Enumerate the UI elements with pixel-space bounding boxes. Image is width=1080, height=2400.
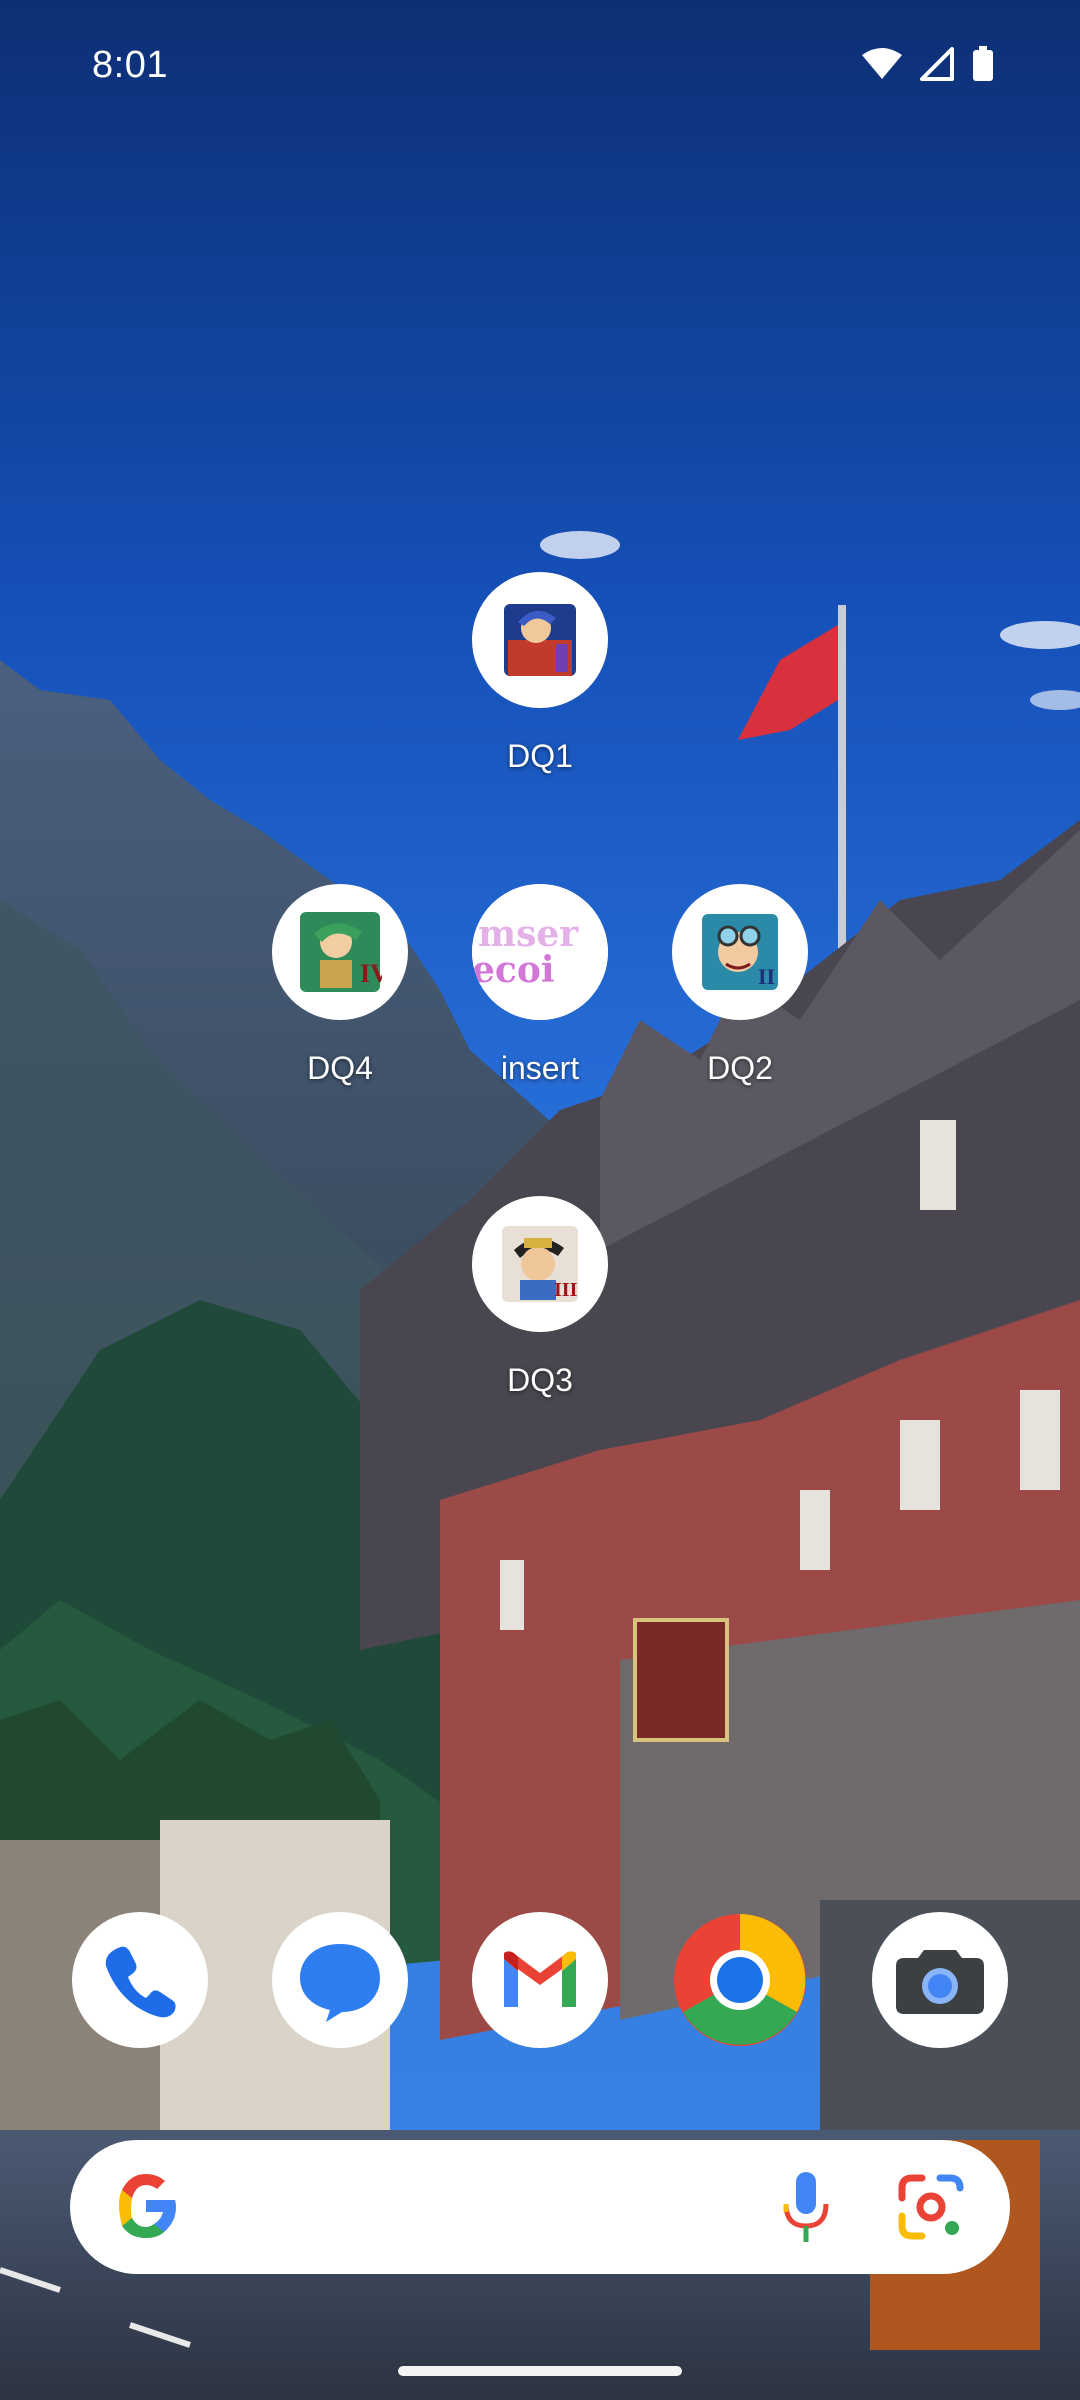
camera-icon[interactable] <box>872 1912 1008 2048</box>
mic-icon[interactable] <box>778 2168 834 2248</box>
status-icons <box>862 46 994 82</box>
google-lens-icon[interactable] <box>896 2172 966 2242</box>
wifi-icon <box>862 48 902 79</box>
dq3-app-icon: III <box>472 1196 608 1332</box>
app-dq1[interactable]: DQ1 <box>440 572 640 775</box>
google-g-icon <box>119 2174 176 2238</box>
app-dq3[interactable]: III DQ3 <box>440 1196 640 1399</box>
messages-icon[interactable] <box>272 1912 408 2048</box>
dq4-app-icon: IV <box>272 884 408 1020</box>
home-screen: 8:01 DQ1 IV DQ4 mser ecoi insert II DQ2 … <box>0 0 1080 2400</box>
status-time: 8:01 <box>92 44 168 86</box>
app-dq4[interactable]: IV DQ4 <box>240 884 440 1087</box>
svg-text:II: II <box>758 964 775 989</box>
chrome-icon[interactable] <box>672 1912 808 2048</box>
dq3-label: DQ3 <box>507 1362 573 1398</box>
dq1-label: DQ1 <box>507 738 573 774</box>
battery-icon <box>973 46 993 81</box>
home-indicator[interactable] <box>398 2366 682 2376</box>
insert-app-icon: mser ecoi <box>472 884 608 1020</box>
app-dq2[interactable]: II DQ2 <box>640 884 840 1087</box>
insert-icon-text-2: ecoi <box>472 949 555 991</box>
svg-text:IV: IV <box>360 959 382 988</box>
google-search-bar[interactable] <box>70 2140 1010 2274</box>
dq4-label: DQ4 <box>307 1050 373 1086</box>
svg-text:III: III <box>554 1279 578 1301</box>
dq1-app-icon <box>472 572 608 708</box>
cell-signal-icon <box>920 47 954 81</box>
insert-label: insert <box>500 1050 580 1086</box>
dq2-app-icon: II <box>672 884 808 1020</box>
app-insert[interactable]: mser ecoi insert <box>440 884 640 1087</box>
dq2-label: DQ2 <box>707 1050 773 1086</box>
phone-icon[interactable] <box>72 1912 208 2048</box>
gmail-icon[interactable] <box>472 1912 608 2048</box>
